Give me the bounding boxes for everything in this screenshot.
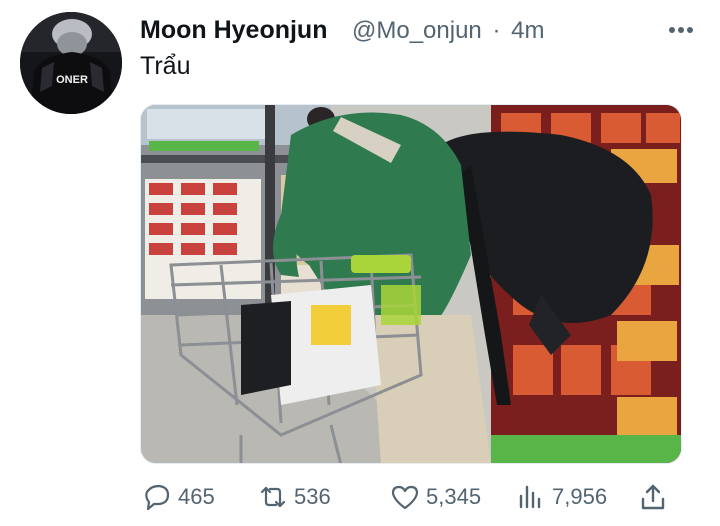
share-button[interactable] — [638, 478, 668, 516]
tweet-meta: @Mo_onjun · 4m — [352, 17, 544, 45]
tweet-text: Trẩu — [140, 52, 191, 80]
timestamp[interactable]: 4m — [511, 17, 544, 44]
tweet-actions: 465 536 5,345 7,956 — [140, 478, 682, 516]
reply-icon — [145, 484, 170, 511]
handle[interactable]: @Mo_onjun — [352, 17, 482, 44]
meta-separator: · — [492, 17, 501, 44]
more-icon[interactable] — [668, 26, 694, 34]
views-count: 7,956 — [552, 484, 608, 509]
like-count: 5,345 — [426, 484, 482, 509]
views-button[interactable]: 7,956 — [516, 478, 607, 516]
reply-button[interactable]: 465 — [142, 478, 215, 516]
tweet-header: Moon Hyeonjun @Mo_onjun · 4m — [140, 16, 700, 46]
views-icon — [519, 485, 541, 509]
reply-count: 465 — [178, 484, 215, 509]
like-icon — [391, 485, 419, 510]
retweet-count: 536 — [294, 484, 331, 509]
share-icon — [641, 484, 665, 510]
tweet[interactable]: ONER Moon Hyeonjun @Mo_onjun · 4m Trẩu 4… — [0, 0, 720, 526]
avatar[interactable]: ONER — [20, 12, 122, 114]
avatar-jersey-text: ONER — [56, 74, 88, 86]
like-button[interactable]: 5,345 — [390, 478, 481, 516]
display-name[interactable]: Moon Hyeonjun — [140, 16, 327, 45]
tweet-photo[interactable] — [140, 104, 682, 464]
retweet-icon — [260, 486, 286, 508]
retweet-button[interactable]: 536 — [258, 478, 331, 516]
